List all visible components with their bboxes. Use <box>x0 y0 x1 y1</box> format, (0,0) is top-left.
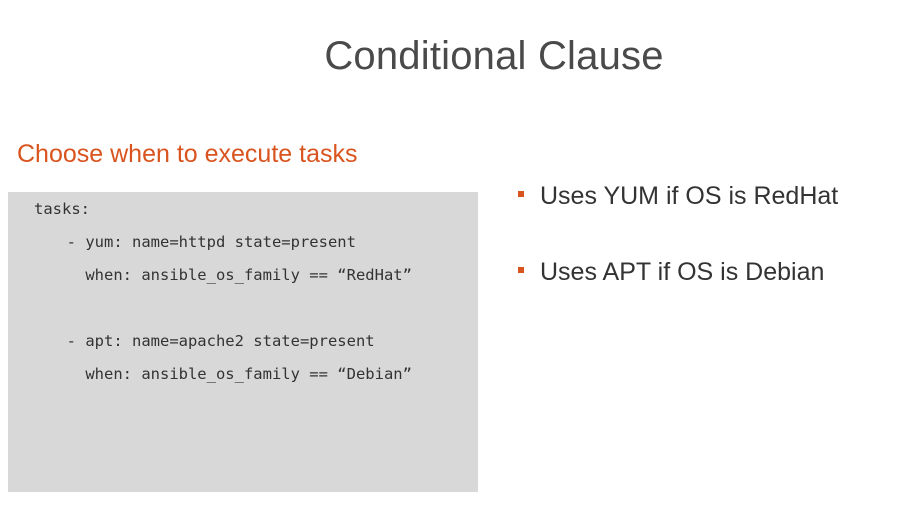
bullet-item-yum: Uses YUM if OS is RedHat <box>518 182 838 211</box>
slide-title: Conditional Clause <box>324 34 664 78</box>
code-line-yum: - yum: name=httpd state=present <box>48 233 356 251</box>
bullet-item-apt: Uses APT if OS is Debian <box>518 258 824 287</box>
code-line-apt-when: when: ansible_os_family == “Debian” <box>48 365 412 383</box>
code-line-apt: - apt: name=apache2 state=present <box>48 332 375 350</box>
code-line-tasks: tasks: <box>34 200 90 218</box>
square-bullet-icon <box>518 191 524 198</box>
code-block: tasks: - yum: name=httpd state=present w… <box>8 192 478 492</box>
code-line-yum-when: when: ansible_os_family == “RedHat” <box>48 266 412 284</box>
slide-subtitle: Choose when to execute tasks <box>17 140 358 168</box>
bullet-text: Uses YUM if OS is RedHat <box>540 182 839 210</box>
bullet-text: Uses APT if OS is Debian <box>540 258 825 286</box>
square-bullet-icon <box>518 267 524 274</box>
